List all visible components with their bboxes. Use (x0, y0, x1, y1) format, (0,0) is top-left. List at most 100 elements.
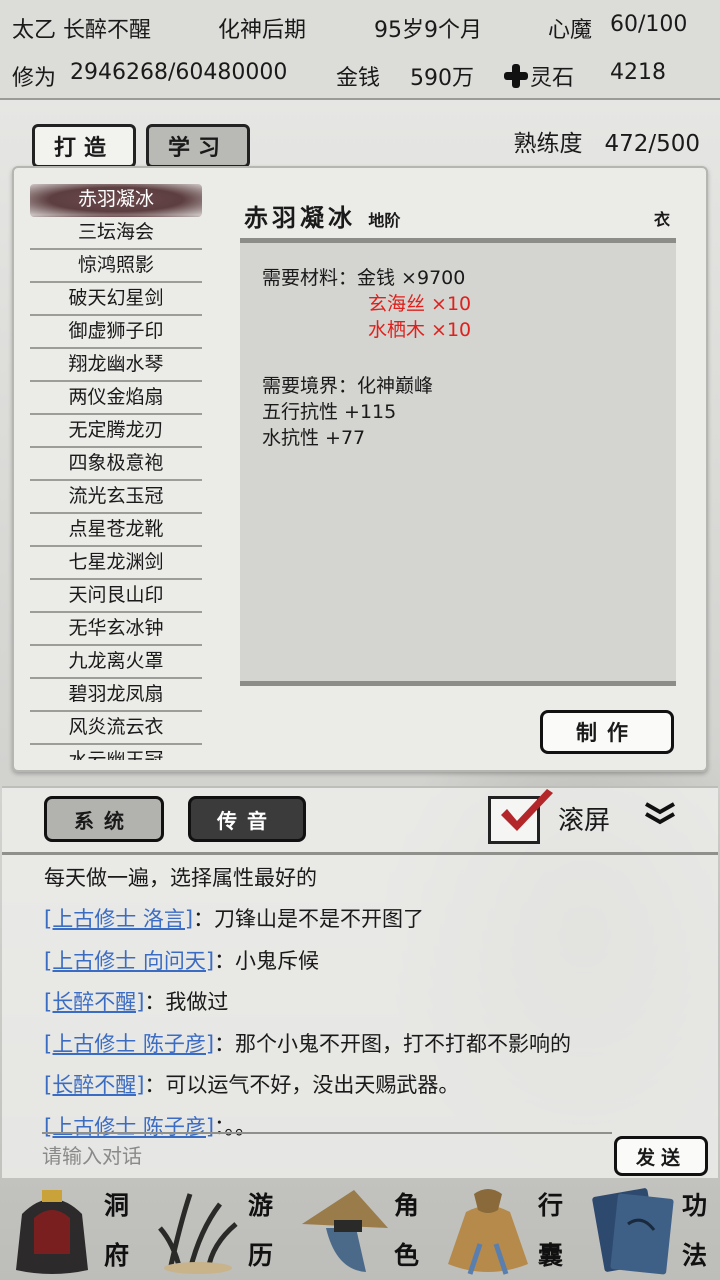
technique-book-icon (592, 1188, 674, 1275)
system-channel-button[interactable]: 系统 (44, 796, 164, 842)
recipe-list-item[interactable]: 碧羽龙凤扇 (30, 679, 202, 712)
recipe-list-item[interactable]: 惊鸿照影 (30, 250, 202, 283)
chat-message: 每天做一遍，选择属性最好的 (44, 856, 704, 898)
mastery-value: 472/500 (604, 131, 700, 157)
tab-learn[interactable]: 学习 (146, 124, 250, 168)
material-1: 玄海丝 ×10 (368, 293, 472, 315)
recipe-list-item[interactable]: 天问艮山印 (30, 580, 202, 613)
message-text: ：。。 (214, 1114, 257, 1139)
recipe-list-item[interactable]: 水云幽玉冠 (30, 745, 202, 760)
material-2: 水栖木 ×10 (368, 319, 472, 341)
chat-message: [上古修士 洛言] ：刀锋山是不是不开图了 (44, 898, 704, 940)
realm-level: 化神后期 (218, 18, 307, 43)
money-label: 金钱 (336, 66, 381, 91)
nav-label-top: 行 (538, 1191, 564, 1220)
message-sender-link[interactable]: [上古修士 向问天] (44, 945, 214, 975)
recipe-list-item[interactable]: 无华玄冰钟 (30, 613, 202, 646)
recipe-list-item[interactable]: 七星龙渊剑 (30, 547, 202, 580)
spirit-stone: 灵石 (504, 60, 574, 92)
nav-label-bottom: 历 (248, 1241, 274, 1270)
recipe-list-item[interactable]: 九龙离火罩 (30, 646, 202, 679)
make-button[interactable]: 制作 (540, 710, 674, 754)
cultivation-value: 2946268/60480000 (70, 60, 288, 85)
message-text: ：小鬼斥候 (214, 948, 320, 973)
recipe-list-item[interactable]: 流光玄玉冠 (30, 481, 202, 514)
materials-row: 需要材料：金钱 ×9700 (262, 263, 465, 290)
recipe-list-item[interactable]: 赤羽凝冰 (30, 184, 202, 217)
cultivation-label: 修为 (12, 66, 57, 91)
chat-messages: 每天做一遍，选择属性最好的 [上古修士 洛言] ：刀锋山是不是不开图了 [上古修士 向… (44, 856, 704, 1147)
nav-label-bottom: 法 (682, 1241, 708, 1270)
recipe-list-item[interactable]: 风炎流云衣 (30, 712, 202, 745)
nav-label-bottom: 囊 (538, 1241, 564, 1270)
nav-label-top: 游 (248, 1191, 274, 1220)
status-bar: 太乙 长醉不醒 化神后期 95岁9个月 心魔 60/100 修为 2946268… (0, 0, 720, 100)
recipe-list-item[interactable]: 翔龙幽水琴 (30, 349, 202, 382)
recipe-list[interactable]: 赤羽凝冰 三坛海会 惊鸿照影 破天幻星剑 御虚狮子印 翔龙幽水琴 两仪金焰扇 无定腾龙刃 四象极… (30, 184, 202, 760)
checkmark-icon (501, 789, 553, 831)
character-icon (302, 1190, 388, 1272)
bottom-nav: 洞 府 游 历 角 色 行 囊 功 法 (0, 1180, 720, 1280)
send-button[interactable]: 发送 (614, 1136, 708, 1176)
recipe-list-item[interactable]: 破天幻星剑 (30, 283, 202, 316)
recipe-list-item[interactable]: 点星苍龙靴 (30, 514, 202, 547)
recipe-list-item[interactable]: 无定腾龙刃 (30, 415, 202, 448)
age: 95岁9个月 (374, 18, 482, 43)
message-sender-link[interactable]: [长醉不醒] (44, 986, 144, 1016)
materials-label: 需要材料： (262, 267, 358, 289)
message-text: ：可以运气不好，没出天赐武器。 (144, 1073, 460, 1098)
message-sender-link[interactable]: [长醉不醒] (44, 1069, 144, 1099)
message-sender-link[interactable]: [上古修士 陈子彦] (44, 1028, 214, 1058)
heart-demon-label: 心魔 (548, 18, 593, 43)
input-underline (42, 1132, 612, 1134)
message-text: ：刀锋山是不是不开图了 (193, 907, 425, 932)
chat-message: [长醉不醒] ：我做过 (44, 981, 704, 1023)
realm-required: 需要境界：化神巅峰 (262, 375, 434, 397)
auto-scroll-label: 滚屏 (558, 806, 611, 836)
nav-label-top: 功 (682, 1191, 708, 1220)
tab-craft[interactable]: 打造 (32, 124, 136, 168)
character-name: 太乙 长醉不醒 (12, 18, 151, 43)
nav-label-top: 洞 (104, 1191, 130, 1220)
recipe-list-item[interactable]: 四象极意袍 (30, 448, 202, 481)
chevron-double-down-icon[interactable] (642, 800, 678, 830)
mastery: 熟练度 472/500 (514, 124, 701, 158)
auto-scroll-checkbox[interactable] (488, 789, 553, 844)
recipe-list-item[interactable]: 御虚狮子印 (30, 316, 202, 349)
message-text: 每天做一遍，选择属性最好的 (44, 865, 317, 890)
stat-elemental-resist: 五行抗性 +115 (262, 401, 397, 423)
voice-channel-button[interactable]: 传音 (188, 796, 306, 842)
material-money: 金钱 ×9700 (357, 267, 466, 289)
money-value: 590万 (410, 66, 474, 91)
item-name: 赤羽凝冰 (244, 203, 356, 232)
stat-water-resist: 水抗性 +77 (262, 427, 366, 449)
spirit-stone-value: 4218 (610, 60, 666, 85)
nav-label-top: 角 (394, 1191, 420, 1220)
nav-label-bottom: 府 (104, 1241, 130, 1270)
item-grade: 地阶 (368, 211, 401, 230)
item-type: 衣 (653, 210, 670, 229)
item-title: 赤羽凝冰 地阶 (244, 198, 400, 233)
message-text: ：那个小鬼不开图，打不打都不影响的 (214, 1031, 572, 1056)
nav-label-bottom: 色 (394, 1241, 420, 1270)
chat-message: [上古修士 陈子彦] ：那个小鬼不开图，打不打都不影响的 (44, 1022, 704, 1064)
bag-icon (448, 1189, 528, 1275)
message-sender-link[interactable]: [上古修士 洛言] (44, 903, 193, 933)
chat-input[interactable] (42, 1138, 602, 1174)
chat-message: [上古修士 向问天] ：小鬼斥候 (44, 939, 704, 981)
message-sender-link[interactable]: [上古修士 陈子彦] (44, 1111, 214, 1141)
message-text: ：我做过 (144, 990, 229, 1015)
mastery-label: 熟练度 (513, 131, 583, 157)
chat-divider (2, 852, 718, 855)
chat-panel: 系统 传音 滚屏 每天做一遍，选择属性最好的 [上古修士 洛言] ：刀锋山是不是不开… (2, 786, 718, 1178)
recipe-list-item[interactable]: 两仪金焰扇 (30, 382, 202, 415)
recipe-list-item[interactable]: 三坛海会 (30, 217, 202, 250)
travel-icon (158, 1193, 238, 1274)
heart-demon-value: 60/100 (610, 12, 688, 37)
nav-technique[interactable]: 功 法 (580, 1180, 720, 1280)
spirit-stone-label: 灵石 (530, 66, 575, 91)
cave-residence-icon (16, 1190, 88, 1274)
item-detail-box: 需要材料：金钱 ×9700 玄海丝 ×10 水栖木 ×10 需要境界：化神巅峰 … (240, 238, 676, 686)
crafting-panel: 赤羽凝冰 三坛海会 惊鸿照影 破天幻星剑 御虚狮子印 翔龙幽水琴 两仪金焰扇 无定腾龙刃 四象极… (12, 166, 708, 772)
spirit-stone-icon (504, 64, 528, 88)
